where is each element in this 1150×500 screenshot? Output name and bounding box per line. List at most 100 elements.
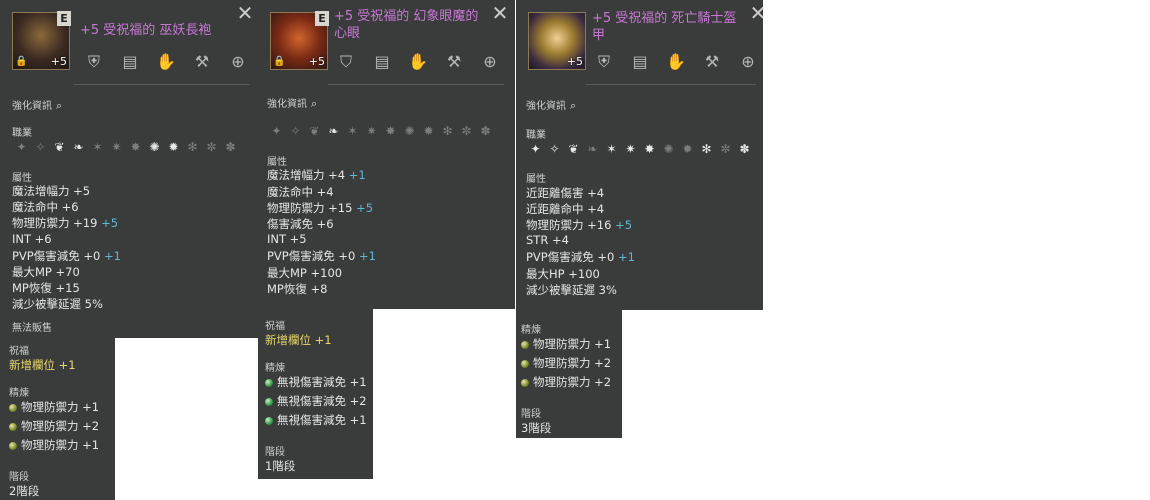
class-icon: ✽ xyxy=(225,140,236,154)
refine-row: 物理防禦力 +2 xyxy=(521,374,611,390)
class-icon: ✻ xyxy=(187,140,198,154)
close-icon[interactable]: ✕ xyxy=(236,3,254,23)
class-label: 職業 xyxy=(12,128,32,139)
close-icon[interactable]: ✕ xyxy=(491,3,509,23)
trade-lock-icon[interactable]: ✋ xyxy=(658,52,694,72)
shield-icon[interactable]: ⛉ xyxy=(328,52,364,72)
class-icon-active: ✸ xyxy=(644,142,655,156)
class-icon: ✺ xyxy=(663,142,674,156)
refine-bead-icon xyxy=(521,340,529,349)
class-icon-active: ❧ xyxy=(328,124,339,138)
attr-row: 近距離命中 +4 xyxy=(526,202,605,216)
class-icon: ✼ xyxy=(720,142,731,156)
attr-row: 物理防禦力 +15 +5 xyxy=(267,201,374,215)
attr-row: PVP傷害減免 +0 +1 xyxy=(526,250,635,264)
attr-row: 魔法命中 +4 xyxy=(267,185,334,199)
attr-row: 最大HP +100 xyxy=(526,267,600,281)
class-icon: ✻ xyxy=(442,124,453,138)
attr-row: 魔法增幅力 +5 xyxy=(12,184,91,198)
attr-row: 魔法增幅力 +4 +1 xyxy=(267,168,366,182)
class-icons: ✦ ✧ ❦ ❧ ✶ ✷ ✸ ✺ ✹ ✻ ✼ ✽ xyxy=(267,124,495,138)
item-toolbar: ⛉ ▤ ✋ ⚒ ⊕ xyxy=(328,52,508,72)
class-icon: ✺ xyxy=(404,124,415,138)
add-icon[interactable]: ⊕ xyxy=(730,52,766,72)
class-icon-active: ❦ xyxy=(568,142,579,156)
storage-icon[interactable]: ▤ xyxy=(112,52,148,72)
attr-row: 傷害減免 +6 xyxy=(267,217,334,231)
attr-row: INT +5 xyxy=(267,232,307,246)
class-icon: ✸ xyxy=(385,124,396,138)
enhance-info-link[interactable]: 強化資訊 ⌕ xyxy=(267,95,317,111)
item-tooltip-beholder-eye: E 🔒 +5 +5 受祝福的 幻象眼魔的心眼 ✕ ⛉ ▤ ✋ ⚒ ⊕ 強化資訊 ⌕… xyxy=(258,0,515,309)
magnifier-icon: ⌕ xyxy=(570,99,577,112)
attr-row: 最大MP +100 xyxy=(267,266,343,280)
attr-label: 屬性 xyxy=(267,157,287,168)
class-icon: ✦ xyxy=(16,140,27,154)
blessing-label: 祝福 xyxy=(9,346,29,357)
magnifier-icon: ⌕ xyxy=(56,99,63,112)
class-icon-active: ✷ xyxy=(625,142,636,156)
trade-lock-icon[interactable]: ✋ xyxy=(400,52,436,72)
class-label: 職業 xyxy=(526,130,546,141)
refine-row: 物理防禦力 +2 xyxy=(9,418,99,434)
unsellable-label: 無法販售 xyxy=(12,323,52,334)
item-title: +5 受祝福的 幻象眼魔的心眼 xyxy=(334,9,479,41)
divider xyxy=(586,84,756,85)
item-icon-robe: E 🔒 +5 xyxy=(12,11,71,70)
refine-bead-icon xyxy=(265,397,273,406)
class-icon-active: ✹ xyxy=(168,140,179,154)
add-icon[interactable]: ⊕ xyxy=(220,52,256,72)
class-icon: ✧ xyxy=(35,140,46,154)
class-icon-active: ✺ xyxy=(149,140,160,154)
attr-row: INT +6 xyxy=(12,232,52,246)
refine-bead-icon xyxy=(9,403,17,412)
enchant-level: +5 xyxy=(308,55,325,68)
stage-value: 1階段 xyxy=(265,459,296,473)
refine-bead-icon xyxy=(265,378,273,387)
anvil-icon[interactable]: ⚒ xyxy=(436,52,472,72)
anvil-icon[interactable]: ⚒ xyxy=(694,52,730,72)
armor-icon[interactable]: ⛨ xyxy=(586,52,622,72)
blessing-value: 新增欄位 +1 xyxy=(265,333,332,347)
class-icon-active: ❦ xyxy=(54,140,65,154)
add-icon[interactable]: ⊕ xyxy=(472,52,508,72)
class-icon: ✷ xyxy=(366,124,377,138)
grade-badge: E xyxy=(57,11,71,26)
refine-bead-icon xyxy=(265,416,273,425)
attr-row: 近距離傷害 +4 xyxy=(526,186,605,200)
anvil-icon[interactable]: ⚒ xyxy=(184,52,220,72)
tooltip-extension: 祝福 新增欄位 +1 精煉 物理防禦力 +1 物理防禦力 +2 物理防禦力 +1… xyxy=(0,338,115,500)
enhance-info-link[interactable]: 強化資訊 ⌕ xyxy=(12,97,62,113)
item-title: +5 受祝福的 死亡騎士盔甲 xyxy=(592,11,737,43)
class-icon: ✶ xyxy=(92,140,103,154)
blessing-label: 祝福 xyxy=(265,321,285,332)
grade-badge: E xyxy=(315,11,329,26)
armor-icon[interactable]: ⛨ xyxy=(76,52,112,72)
enchant-level: +5 xyxy=(566,55,583,68)
tooltip-extension: 祝福 新增欄位 +1 精煉 無視傷害減免 +1 無視傷害減免 +2 無視傷害減免… xyxy=(258,309,373,479)
refine-row: 無視傷害減免 +1 xyxy=(265,374,367,390)
attr-label: 屬性 xyxy=(12,173,32,184)
divider xyxy=(328,84,504,85)
refine-bead-icon xyxy=(9,441,17,450)
tooltip-extension: 精煉 物理防禦力 +1 物理防禦力 +2 物理防禦力 +2 階段 3階段 xyxy=(516,310,622,438)
close-icon[interactable]: ✕ xyxy=(749,3,767,23)
class-icon: ✼ xyxy=(461,124,472,138)
item-toolbar: ⛨ ▤ ✋ ⚒ ⊕ xyxy=(586,52,766,72)
lock-icon: 🔒 xyxy=(15,56,28,67)
class-icon: ✶ xyxy=(347,124,358,138)
class-icon-active: ✧ xyxy=(549,142,560,156)
class-icon-active: ✦ xyxy=(530,142,541,156)
attr-row: MP恢復 +15 xyxy=(12,281,80,295)
class-icon-active: ✻ xyxy=(701,142,712,156)
stage-value: 2階段 xyxy=(9,484,40,498)
storage-icon[interactable]: ▤ xyxy=(622,52,658,72)
storage-icon[interactable]: ▤ xyxy=(364,52,400,72)
blessing-value: 新增欄位 +1 xyxy=(9,358,76,372)
divider xyxy=(74,84,250,85)
refine-row: 無視傷害減免 +2 xyxy=(265,393,367,409)
enhance-info-link[interactable]: 強化資訊 ⌕ xyxy=(526,97,576,113)
class-icon: ✽ xyxy=(480,124,491,138)
trade-lock-icon[interactable]: ✋ xyxy=(148,52,184,72)
stage-label: 階段 xyxy=(9,472,29,483)
